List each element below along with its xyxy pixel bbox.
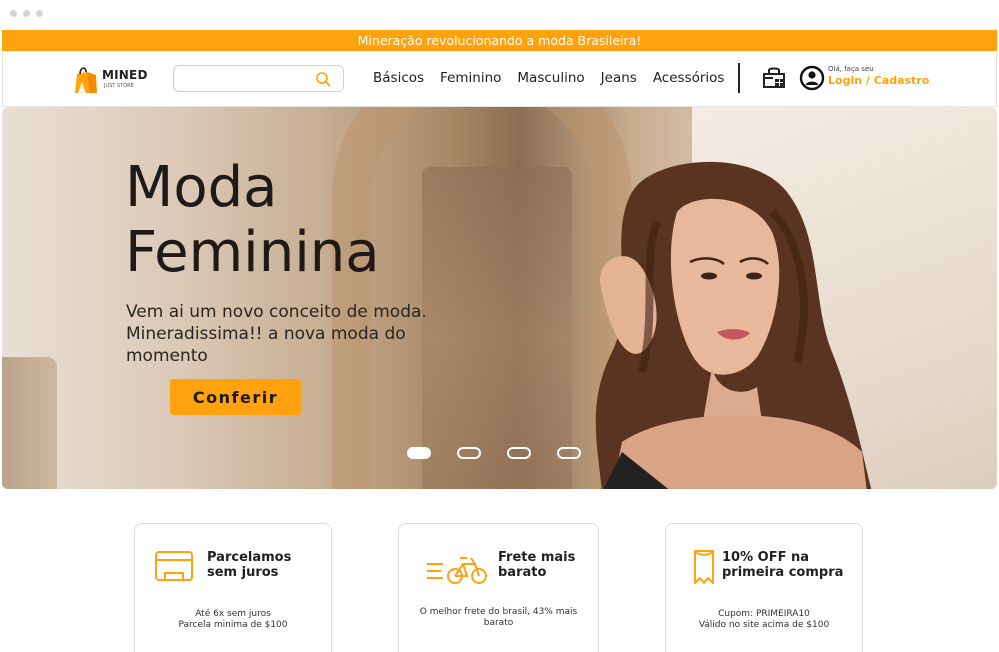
bicycle-icon xyxy=(427,557,487,584)
window-dot[interactable] xyxy=(10,10,17,17)
search-input[interactable] xyxy=(182,66,317,91)
feature-title-line: Frete mais xyxy=(498,550,576,565)
nav-item-acessorios[interactable]: Acessórios xyxy=(653,70,725,86)
hero-title-line2: Feminina xyxy=(125,220,380,285)
feature-desc-line: barato xyxy=(483,618,514,628)
nav-item-basicos[interactable]: Básicos xyxy=(373,70,424,86)
credit-card-icon xyxy=(155,551,193,581)
search-icon[interactable] xyxy=(315,71,331,87)
feature-desc-line: Cupom: PRIMEIRA10 xyxy=(718,609,810,619)
brand-tagline: JUST STORE xyxy=(104,83,134,89)
feature-desc: Cupom: PRIMEIRA10 Válido no site acima d… xyxy=(666,609,862,631)
conferir-button[interactable]: Conferir xyxy=(170,379,301,415)
site-header: MINED JUST STORE Básicos Feminino Mascul… xyxy=(2,51,997,107)
feature-card-coupon: 10% OFF na primeira compra Cupom: PRIMEI… xyxy=(665,523,863,652)
feature-desc-line: O melhor frete do brasil, 43% mais xyxy=(419,607,578,617)
hero-background-post xyxy=(2,357,57,489)
hero-title: Moda Feminina xyxy=(125,155,380,285)
login-link[interactable]: Login / Cadastro xyxy=(828,75,929,86)
carousel-dot[interactable] xyxy=(457,447,481,459)
feature-desc-line: Válido no site acima de $100 xyxy=(698,620,830,630)
feature-desc-line: Até 6x sem juros xyxy=(195,609,271,619)
nav-divider xyxy=(738,63,740,93)
nav-item-jeans[interactable]: Jeans xyxy=(601,70,637,86)
hero-model-image xyxy=(595,161,872,489)
search-box xyxy=(173,65,344,92)
user-account-icon[interactable] xyxy=(799,65,825,91)
feature-title-line: Parcelamos xyxy=(207,550,292,565)
logo[interactable]: MINED JUST STORE xyxy=(73,63,153,95)
brand-name: MINED xyxy=(102,68,148,82)
nav-item-masculino[interactable]: Masculino xyxy=(517,70,584,86)
promo-bar: Mineração revolucionando a moda Brasilei… xyxy=(2,30,997,51)
feature-cards: Parcelamos sem juros Até 6x sem juros Pa… xyxy=(0,523,999,652)
feature-title: Frete mais barato xyxy=(498,550,575,580)
hero-description: Vem ai um novo conceito de moda. Minerad… xyxy=(126,302,427,366)
feature-title-line: sem juros xyxy=(207,565,279,580)
user-login-area[interactable]: Olá, faça seu Login / Cadastro xyxy=(828,65,929,87)
feature-title-line: barato xyxy=(498,565,547,580)
main-nav: Básicos Feminino Masculino Jeans Acessór… xyxy=(373,70,724,86)
feature-title-line: primeira compra xyxy=(722,565,844,580)
carousel-dot[interactable] xyxy=(557,447,581,459)
carousel-dot[interactable] xyxy=(507,447,531,459)
carousel-dot[interactable] xyxy=(407,447,431,459)
feature-desc-line: Parcela minima de $100 xyxy=(178,620,288,630)
window-dot[interactable] xyxy=(23,10,30,17)
window-dot[interactable] xyxy=(36,10,43,17)
hero-title-line1: Moda xyxy=(125,155,278,220)
promo-text: Mineração revolucionando a moda Brasilei… xyxy=(357,33,642,48)
feature-title: 10% OFF na primeira compra xyxy=(722,550,843,580)
nav-item-feminino[interactable]: Feminino xyxy=(440,70,501,86)
shopping-bag-logo-icon xyxy=(75,67,97,93)
feature-desc: O melhor frete do brasil, 43% mais barat… xyxy=(399,607,598,629)
hero-banner: Moda Feminina Vem ai um novo conceito de… xyxy=(2,107,997,489)
window-controls xyxy=(10,10,43,17)
feature-card-installments: Parcelamos sem juros Até 6x sem juros Pa… xyxy=(134,523,332,652)
browser-window: Mineração revolucionando a moda Brasilei… xyxy=(0,0,999,652)
feature-title: Parcelamos sem juros xyxy=(207,550,291,580)
user-greeting: Olá, faça seu xyxy=(828,65,874,73)
carousel-indicators xyxy=(407,447,581,459)
feature-desc: Até 6x sem juros Parcela minima de $100 xyxy=(135,609,331,631)
feature-title-line: 10% OFF na xyxy=(722,550,810,565)
shopping-basket-icon[interactable] xyxy=(761,65,787,91)
feature-card-shipping: Frete mais barato O melhor frete do bras… xyxy=(398,523,599,652)
coupon-icon xyxy=(694,550,714,584)
